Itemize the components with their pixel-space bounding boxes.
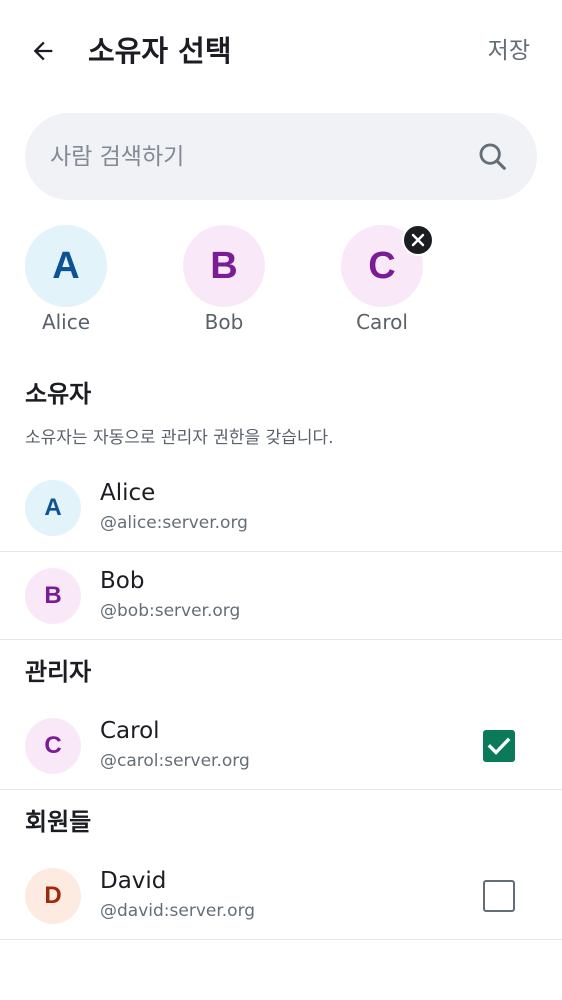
section-header-admins: 관리자: [25, 658, 92, 686]
selected-chip-bob: B Bob: [174, 225, 274, 340]
save-button[interactable]: 저장: [488, 34, 530, 68]
divider: [0, 789, 562, 790]
back-button[interactable]: [22, 30, 64, 72]
member-name: David: [100, 868, 167, 894]
avatar: D: [25, 868, 81, 924]
member-id: @bob:server.org: [100, 601, 241, 621]
search-icon[interactable]: [476, 140, 510, 174]
list-item[interactable]: A Alice @alice:server.org: [0, 464, 562, 552]
member-name: Carol: [100, 718, 160, 744]
member-name: Bob: [100, 568, 145, 594]
member-id: @carol:server.org: [100, 751, 250, 771]
chip-name: Bob: [204, 310, 244, 334]
selected-chip-alice: A Alice: [16, 225, 116, 340]
member-id: @alice:server.org: [100, 513, 248, 533]
avatar: A: [25, 225, 107, 307]
member-checkbox[interactable]: [483, 880, 515, 912]
selected-chip-carol: C Carol: [332, 224, 434, 340]
list-item[interactable]: B Bob @bob:server.org: [0, 552, 562, 640]
check-icon: [487, 737, 511, 755]
member-id: @david:server.org: [100, 901, 256, 921]
section-header-members: 회원들: [25, 808, 92, 836]
avatar: C: [25, 718, 81, 774]
chip-name: Carol: [356, 310, 408, 334]
top-app-bar: 소유자 선택 저장: [0, 0, 562, 100]
search-input[interactable]: [50, 113, 470, 200]
avatar: B: [25, 568, 81, 624]
arrow-left-icon: [33, 41, 53, 61]
selected-users: A Alice B Bob C Carol: [0, 224, 562, 345]
chip-name: Alice: [41, 310, 91, 334]
member-name: Alice: [100, 480, 156, 506]
avatar: A: [25, 480, 81, 536]
section-header-owners: 소유자: [25, 380, 92, 408]
member-checkbox[interactable]: [483, 730, 515, 762]
list-item[interactable]: D David @david:server.org: [0, 852, 562, 940]
list-item[interactable]: C Carol @carol:server.org: [0, 702, 562, 790]
section-description: 소유자는 자동으로 관리자 권한을 갖습니다.: [25, 428, 334, 448]
close-icon: [411, 233, 425, 247]
search-bar[interactable]: [25, 113, 537, 200]
divider: [0, 639, 562, 640]
remove-chip-button[interactable]: [402, 224, 434, 256]
page-title: 소유자 선택: [88, 34, 232, 68]
divider: [0, 939, 562, 940]
avatar: B: [183, 225, 265, 307]
